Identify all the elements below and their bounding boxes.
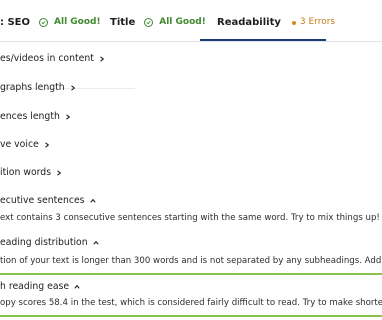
check-sentences-length[interactable]: ences length (0, 111, 71, 122)
check-label: graphs length (0, 82, 65, 93)
tab-readability[interactable]: Readability 3 Errors (217, 17, 335, 41)
check-label: ecutive sentences (0, 195, 85, 206)
check-label: es/videos in content (0, 53, 94, 64)
check-passive-voice[interactable]: ve voice (0, 139, 50, 150)
chevron-right-icon (70, 84, 76, 91)
chevron-right-icon (56, 169, 62, 176)
chevron-right-icon (99, 55, 105, 62)
check-label: ition words (0, 167, 52, 178)
warning-dot-icon (291, 21, 296, 25)
tab-seo-label: : SEO (0, 17, 31, 28)
check-consecutive-sentences[interactable]: ecutive sentences (0, 195, 96, 206)
tab-seo[interactable]: : SEO All Good! (0, 17, 101, 41)
check-paragraphs-length[interactable]: graphs length (0, 82, 76, 93)
tab-title[interactable]: Title All Good! (110, 17, 206, 41)
check-transition-words[interactable]: ition words (0, 167, 62, 178)
check-label: eading distribution (0, 237, 88, 248)
tab-bar: : SEO All Good! Title All Good! Readabil… (0, 0, 382, 42)
check-subheading-distribution[interactable]: eading distribution (0, 237, 99, 248)
check-flesch-reading-ease[interactable]: h reading ease (0, 281, 80, 292)
check-circle-icon (39, 18, 49, 27)
check-label: ences length (0, 111, 60, 122)
tab-readability-label: Readability (217, 17, 281, 28)
section-divider (0, 273, 382, 275)
tab-title-label: Title (110, 17, 136, 28)
check-label: h reading ease (0, 281, 70, 292)
readability-panel: : SEO All Good! Title All Good! Readabil… (0, 0, 382, 320)
active-tab-indicator (200, 39, 326, 41)
chevron-up-icon (74, 284, 80, 290)
tab-title-status: All Good! (159, 17, 206, 27)
tab-readability-status: 3 Errors (299, 17, 336, 27)
check-description: tion of your text is longer than 300 wor… (0, 256, 382, 266)
chevron-right-icon (44, 141, 50, 148)
chevron-right-icon (65, 113, 71, 120)
check-images-videos[interactable]: es/videos in content (0, 53, 105, 64)
chevron-up-icon (93, 240, 99, 246)
section-divider (0, 315, 382, 317)
check-circle-icon (144, 18, 154, 27)
chevron-up-icon (89, 198, 96, 204)
check-description: opy scores 58.4 in the test, which is co… (0, 298, 382, 308)
check-label: ve voice (0, 139, 39, 150)
tab-seo-status: All Good! (54, 17, 101, 27)
check-description: ext contains 3 consecutive sentences sta… (0, 213, 380, 223)
